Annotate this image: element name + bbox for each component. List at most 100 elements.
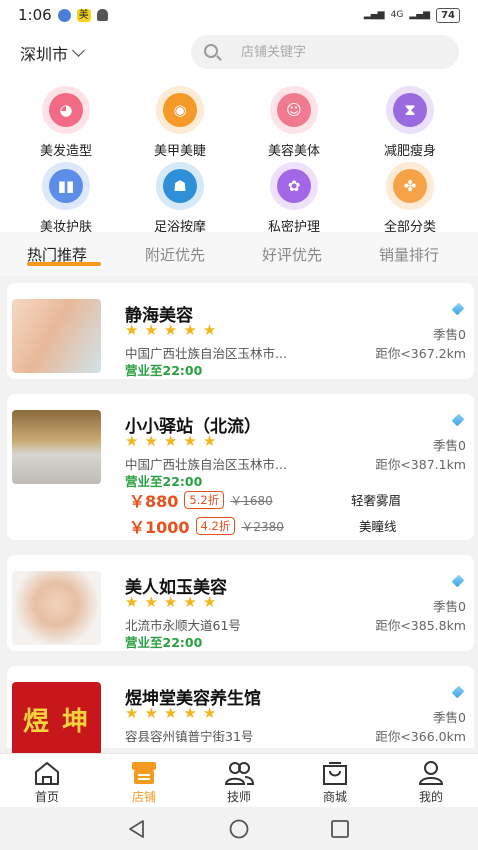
chevron-down-icon <box>72 44 85 57</box>
tab-sales[interactable]: 销量排行 <box>379 244 439 265</box>
shop-card[interactable]: 美人如玉美容 ★ ★ ★ ★ ★ 北流市永顺大道61号 营业至22:00 季售0 距你<… <box>7 555 474 651</box>
category-label: 美容美体 <box>267 144 320 159</box>
shop-thumbnail <box>12 410 101 484</box>
deal-original-price: ￥2380 <box>241 519 284 534</box>
shop-card[interactable]: 小小驿站（北流） ★ ★ ★ ★ ★ 中国广西壮族自治区玉林市... 营业至22:00 … <box>7 394 474 540</box>
shop-card[interactable]: 煜 坤 煜坤堂美容养生馆 ★ ★ ★ ★ ★ 容县容州镇普宁街31号 季售0 距你<36… <box>7 666 474 756</box>
star-icon: ★ <box>144 593 158 611</box>
city-selector[interactable]: 深圳市 <box>20 41 85 65</box>
status-bar: 1:06 美 ▂▄▆ 4G ▂▄▆ 74 <box>0 0 478 30</box>
flower-icon: ✿ <box>270 162 318 210</box>
recent-apps-icon[interactable] <box>330 819 350 843</box>
store-icon <box>114 760 174 786</box>
deal-discount: 5.2折 <box>184 491 225 509</box>
star-icon: ★ <box>202 321 217 339</box>
star-icon: ★ <box>125 593 139 611</box>
star-icon: ★ <box>125 432 139 450</box>
bottom-nav: 首页 店铺 技师 商城 我的 <box>0 753 478 807</box>
tab-rating[interactable]: 好评优先 <box>262 244 322 265</box>
deal-original-price: ￥1680 <box>230 493 273 508</box>
network-type: 4G <box>390 10 404 20</box>
shop-sales: 季售0 <box>433 710 466 725</box>
city-label: 深圳市 <box>20 45 69 64</box>
nav-label: 我的 <box>418 790 443 804</box>
nav-mall[interactable]: 商城 <box>305 760 365 805</box>
home-circle-icon[interactable] <box>228 819 250 843</box>
shop-address: 容县容州镇普宁街31号 <box>125 729 254 744</box>
deal-price: ￥1000 <box>129 518 190 537</box>
category-beauty-body[interactable]: ☺ 美容美体 <box>244 86 344 159</box>
deal-discount: 4.2折 <box>195 517 236 535</box>
hair-icon: ◕ <box>42 86 90 134</box>
star-icon: ★ <box>144 432 158 450</box>
shop-card[interactable]: 静海美容 ★ ★ ★ ★ ★ 中国广西壮族自治区玉林市... 营业至22:00 季售0 … <box>7 283 474 379</box>
star-icon: ★ <box>183 321 197 339</box>
grid-icon: ✤ <box>386 162 434 210</box>
shop-thumbnail: 煜 坤 <box>12 682 101 756</box>
star-icon: ★ <box>125 321 139 339</box>
shop-distance: 距你<387.1km <box>375 457 466 472</box>
star-icon: ★ <box>183 593 197 611</box>
deal-item[interactable]: ￥880 5.2折 ￥1680 <box>129 488 273 512</box>
technician-icon <box>209 760 269 786</box>
nav-profile[interactable]: 我的 <box>401 760 461 805</box>
mei-notification-icon: 美 <box>76 8 91 22</box>
star-icon: ★ <box>202 704 217 722</box>
nav-label: 商城 <box>322 790 347 804</box>
shop-distance: 距你<385.8km <box>375 618 466 633</box>
search-input[interactable] <box>241 35 441 69</box>
shop-distance: 距你<366.0km <box>375 729 466 744</box>
shop-hours: 营业至22:00 <box>125 363 203 378</box>
deal-price: ￥880 <box>129 492 179 511</box>
search-icon <box>204 44 218 58</box>
rating-stars: ★ ★ ★ ★ ★ <box>125 706 216 721</box>
category-slimming[interactable]: ⧗ 减肥瘦身 <box>360 86 460 159</box>
nav-store[interactable]: 店铺 <box>114 760 174 805</box>
mall-icon <box>305 760 365 786</box>
star-icon: ★ <box>202 432 217 450</box>
star-icon: ★ <box>144 704 158 722</box>
nav-technician[interactable]: 技师 <box>209 760 269 805</box>
star-icon: ★ <box>183 432 197 450</box>
shop-sign-text: 煜 坤 <box>22 706 91 737</box>
shop-distance: 距你<367.2km <box>375 346 466 361</box>
star-icon: ★ <box>163 432 178 450</box>
category-all[interactable]: ✤ 全部分类 <box>360 162 460 235</box>
star-icon: ★ <box>144 321 158 339</box>
category-label: 美甲美睫 <box>153 144 206 159</box>
category-label: 减肥瘦身 <box>383 144 436 159</box>
diamond-icon <box>451 413 465 427</box>
star-icon: ★ <box>163 321 178 339</box>
nav-label: 首页 <box>34 790 59 804</box>
app-notification-icon <box>57 8 71 22</box>
category-nails-lashes[interactable]: ◉ 美甲美睫 <box>130 86 230 159</box>
nav-label: 店铺 <box>131 790 156 804</box>
category-makeup[interactable]: ▮▮ 美妆护肤 <box>16 162 116 235</box>
shop-sales: 季售0 <box>433 438 466 453</box>
home-icon <box>17 760 77 786</box>
rating-stars: ★ ★ ★ ★ ★ <box>125 323 216 338</box>
tab-nearby[interactable]: 附近优先 <box>145 244 205 265</box>
star-icon: ★ <box>163 593 178 611</box>
category-massage[interactable]: ☗ 足浴按摩 <box>130 162 230 235</box>
search-bar[interactable] <box>191 35 459 69</box>
deal-name[interactable]: 轻奢雾眉 <box>351 490 401 509</box>
back-icon[interactable] <box>127 819 147 843</box>
nav-label: 技师 <box>226 790 251 804</box>
deal-name[interactable]: 美瞳线 <box>359 516 397 535</box>
profile-icon <box>401 760 461 786</box>
bell-icon <box>96 9 108 21</box>
nav-home[interactable]: 首页 <box>17 760 77 805</box>
star-icon: ★ <box>163 704 178 722</box>
cosmetics-icon: ▮▮ <box>42 162 90 210</box>
star-icon: ★ <box>125 704 139 722</box>
category-hair[interactable]: ◕ 美发造型 <box>16 86 116 159</box>
signal-icon: ▂▄▆ <box>363 10 385 20</box>
star-icon: ★ <box>183 704 197 722</box>
deal-item[interactable]: ￥1000 4.2折 ￥2380 <box>129 514 284 538</box>
signal-icon-2: ▂▄▆ <box>409 10 431 20</box>
diamond-icon <box>451 685 465 699</box>
category-private-care[interactable]: ✿ 私密护理 <box>244 162 344 235</box>
tab-hot[interactable]: 热门推荐 <box>27 244 87 265</box>
category-label: 美发造型 <box>39 144 92 159</box>
